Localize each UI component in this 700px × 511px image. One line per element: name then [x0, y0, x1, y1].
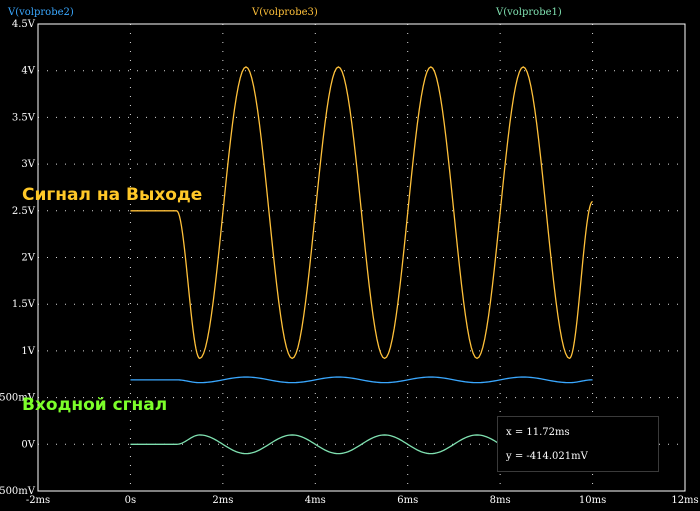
- legend[interactable]: V(volprobe2) V(volprobe3) V(volprobe1): [7, 7, 562, 18]
- x-tick-label: 2ms: [212, 495, 233, 506]
- series-line-vvolprobe3: [130, 66, 593, 360]
- series-line-vvolprobe2: [130, 376, 593, 384]
- series-traces: [130, 66, 593, 455]
- annotation-label: Сигнал на Выходе: [22, 185, 202, 205]
- y-tick-label: 3.5V: [12, 112, 36, 123]
- y-tick-label: 4V: [21, 66, 35, 77]
- x-tick-label: 12ms: [671, 495, 698, 506]
- annotation-label: Входной сгнал: [22, 395, 167, 415]
- x-tick-label: 0s: [125, 495, 137, 506]
- legend-entry[interactable]: V(volprobe2): [7, 7, 74, 18]
- cursor-readout-panel: x = 11.72ms y = -414.021mV: [497, 416, 659, 472]
- y-tick-label: 2.5V: [12, 206, 36, 217]
- x-tick-label: 4ms: [305, 495, 326, 506]
- y-tick-label: 1V: [21, 346, 35, 357]
- y-tick-label: 3V: [21, 159, 35, 170]
- x-tick-label: 10ms: [579, 495, 606, 506]
- cursor-x-readout: x = 11.72ms: [506, 427, 570, 438]
- cursor-y-readout: y = -414.021mV: [506, 451, 588, 462]
- y-tick-label: 0V: [21, 439, 35, 450]
- y-tick-label: 1.5V: [12, 299, 36, 310]
- x-tick-label: 6ms: [397, 495, 418, 506]
- x-tick-label: 8ms: [490, 495, 511, 506]
- x-tick-label: -2ms: [26, 495, 50, 506]
- y-tick-label: 2V: [21, 253, 35, 264]
- y-tick-label: 4.5V: [12, 19, 36, 30]
- legend-entry[interactable]: V(volprobe1): [495, 7, 562, 18]
- legend-entry[interactable]: V(volprobe3): [251, 7, 318, 18]
